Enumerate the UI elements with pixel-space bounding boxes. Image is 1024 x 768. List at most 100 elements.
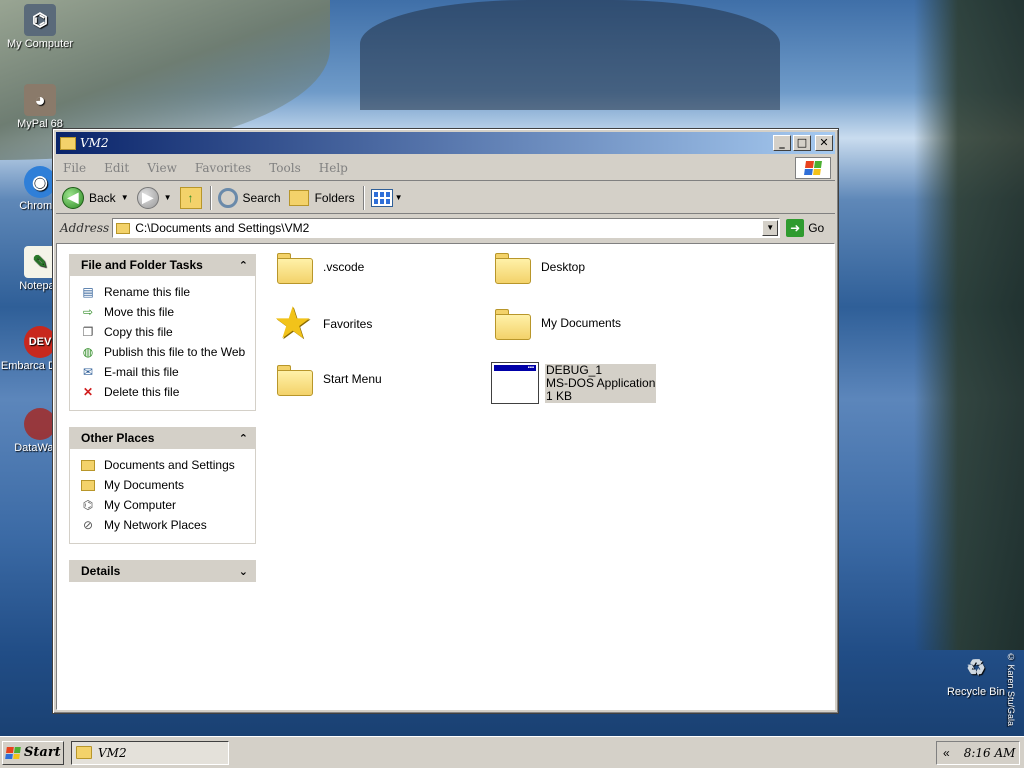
toolbar-separator — [362, 185, 365, 210]
address-input[interactable]: C:\Documents and Settings\VM2 ▼ — [112, 218, 781, 238]
folder-icon — [116, 222, 131, 234]
link-label: My Network Places — [104, 518, 207, 532]
forward-dropdown-icon[interactable]: ▼ — [164, 193, 172, 202]
forward-button[interactable]: ▶ ▼ — [136, 186, 172, 209]
minimize-button[interactable]: _ — [773, 135, 791, 151]
menu-edit[interactable]: Edit — [104, 161, 129, 175]
copy-file-link[interactable]: ❐ Copy this file — [80, 322, 255, 342]
back-button[interactable]: ◀ Back ▼ — [62, 186, 129, 209]
file-name: Favorites — [323, 317, 373, 331]
start-button[interactable]: Start — [2, 740, 64, 765]
file-item-debug[interactable]: ▪▪▪ DEBUG_1 MS-DOS Application 1 KB — [491, 362, 657, 404]
star-icon: ★ — [273, 298, 313, 349]
delete-file-link[interactable]: ✕ Delete this file — [80, 382, 255, 402]
go-arrow-icon: ➜ — [786, 219, 805, 237]
views-icon — [370, 188, 393, 207]
menu-favorites[interactable]: Favorites — [195, 161, 251, 175]
chevron-up-icon[interactable]: ⌃ — [239, 259, 248, 272]
globe-icon: ◍ — [82, 345, 94, 359]
folder-content: File and Folder Tasks ⌃ ▤ Rename this fil… — [56, 243, 835, 710]
desktop-icon-mypal[interactable]: ◕ MyPal 68 — [0, 84, 80, 131]
other-places-panel: Other Places ⌃ Documents and Settings My… — [69, 427, 256, 544]
my-network-places-link[interactable]: ⊘ My Network Places — [80, 515, 255, 535]
folder-icon — [80, 477, 96, 493]
my-documents-link[interactable]: My Documents — [80, 475, 255, 495]
link-label: My Computer — [104, 498, 177, 512]
chevron-up-icon[interactable]: ⌃ — [239, 432, 248, 445]
folder-icon — [275, 250, 315, 284]
address-dropdown-button[interactable]: ▼ — [762, 220, 779, 236]
publish-web-link[interactable]: ◍ Publish this file to the Web — [80, 342, 255, 362]
menu-view[interactable]: View — [147, 161, 177, 175]
tray-expand-button[interactable]: « — [943, 746, 950, 760]
menu-file[interactable]: File — [63, 161, 86, 175]
my-computer-link[interactable]: ⌬ My Computer — [80, 495, 255, 515]
file-item-start-menu[interactable]: Start Menu — [275, 362, 382, 396]
go-button[interactable]: ➜ Go — [786, 219, 824, 237]
windows-logo — [795, 157, 831, 179]
up-folder-icon: ↑ — [179, 186, 202, 209]
window-titlebar[interactable]: VM2 _ □ ✕ — [56, 132, 835, 154]
raccoon-icon: ◕ — [24, 84, 56, 116]
email-file-link[interactable]: ✉ E-mail this file — [80, 362, 255, 382]
standard-toolbar: ◀ Back ▼ ▶ ▼ ↑ Search Folders ▼ — [56, 182, 835, 214]
file-folder-tasks-panel: File and Folder Tasks ⌃ ▤ Rename this fil… — [69, 254, 256, 411]
panel-header[interactable]: Other Places ⌃ — [69, 427, 256, 449]
file-item-my-documents[interactable]: My Documents — [493, 306, 621, 340]
taskbar: Start VM2 « 8:16 AM — [0, 736, 1024, 768]
folders-label: Folders — [314, 190, 355, 205]
desktop-icon-my-computer[interactable]: ⌬ My Computer — [0, 4, 80, 51]
delete-icon: ✕ — [82, 385, 94, 399]
desktop-icon-label: My Computer — [6, 38, 74, 50]
maximize-button[interactable]: □ — [793, 135, 811, 151]
menu-help[interactable]: Help — [319, 161, 348, 175]
details-panel: Details ⌄ — [69, 560, 256, 582]
wallpaper-copyright: © Karen Stu/Gala — [1006, 652, 1016, 727]
folders-button[interactable]: Folders — [288, 189, 355, 206]
windows-flag-icon — [5, 746, 21, 759]
back-label: Back — [89, 190, 116, 205]
documents-settings-link[interactable]: Documents and Settings — [80, 455, 255, 475]
link-label: Rename this file — [104, 285, 191, 299]
chevron-down-icon[interactable]: ⌄ — [239, 565, 248, 578]
link-label: My Documents — [104, 478, 185, 492]
up-folder-button[interactable]: ↑ — [179, 186, 202, 209]
folders-icon — [288, 189, 309, 206]
rename-file-link[interactable]: ▤ Rename this file — [80, 282, 255, 302]
clock[interactable]: 8:16 AM — [964, 746, 1016, 760]
link-label: Move this file — [104, 305, 175, 319]
file-item-favorites[interactable]: ★ Favorites — [273, 302, 372, 346]
file-name: Start Menu — [323, 372, 382, 386]
link-label: Copy this file — [104, 325, 173, 339]
forward-arrow-icon: ▶ — [136, 186, 159, 209]
menu-tools[interactable]: Tools — [269, 161, 301, 175]
file-selected-label: DEBUG_1 MS-DOS Application 1 KB — [545, 362, 657, 403]
close-button[interactable]: ✕ — [815, 135, 833, 151]
go-label: Go — [808, 221, 825, 235]
file-item-desktop[interactable]: Desktop — [493, 250, 585, 284]
panel-header[interactable]: Details ⌄ — [69, 560, 256, 582]
panel-title: Details — [81, 564, 121, 578]
views-dropdown-icon[interactable]: ▼ — [395, 193, 403, 202]
move-file-link[interactable]: ⇨ Move this file — [80, 302, 255, 322]
back-dropdown-icon[interactable]: ▼ — [121, 193, 129, 202]
link-label: E-mail this file — [104, 365, 179, 379]
file-size: 1 KB — [546, 388, 573, 403]
file-name: My Documents — [541, 316, 622, 330]
search-button[interactable]: Search — [217, 187, 281, 208]
search-label: Search — [242, 190, 281, 205]
back-arrow-icon: ◀ — [62, 186, 84, 209]
desktop-icon-label: Recycle Bin — [946, 686, 1006, 698]
folder-icon — [76, 746, 92, 759]
desktop-icon-recycle-bin[interactable]: ♻ Recycle Bin — [936, 652, 1016, 699]
file-item-vscode[interactable]: .vscode — [275, 250, 364, 284]
views-button[interactable]: ▼ — [370, 188, 403, 207]
file-name: DEBUG_1 — [546, 362, 603, 377]
panel-title: Other Places — [81, 431, 155, 445]
file-name: .vscode — [323, 260, 365, 274]
address-bar: Address C:\Documents and Settings\VM2 ▼ … — [56, 215, 835, 241]
wallpaper-trees — [914, 0, 1024, 650]
taskbar-item-vm2[interactable]: VM2 — [71, 740, 229, 765]
system-tray: « 8:16 AM — [936, 741, 1020, 765]
panel-header[interactable]: File and Folder Tasks ⌃ — [69, 254, 256, 276]
